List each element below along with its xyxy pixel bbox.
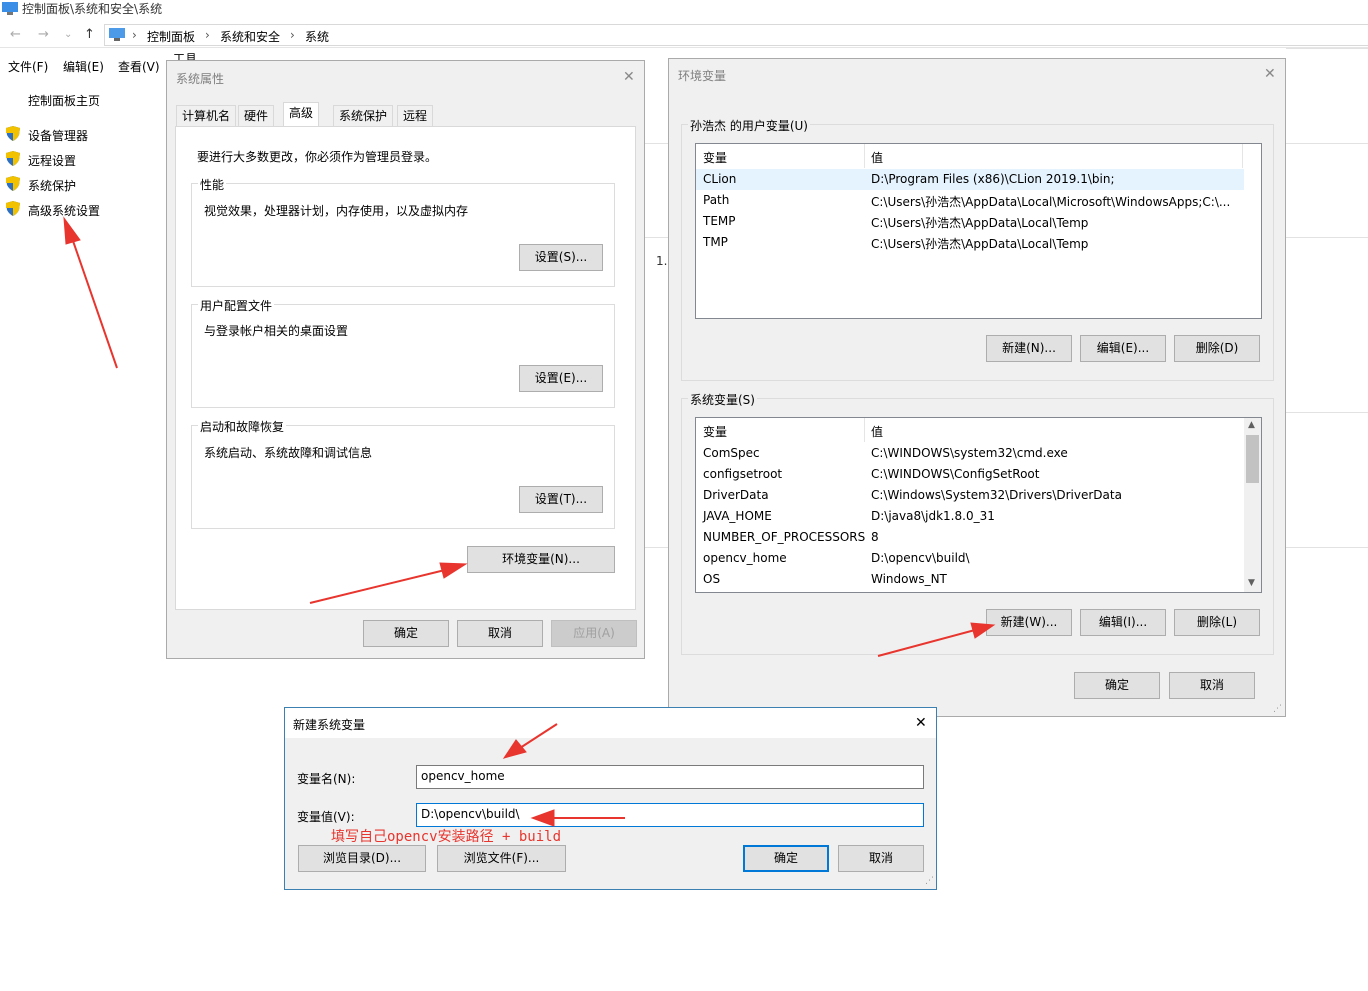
arrow-to-value-input [530, 809, 625, 827]
arrow-to-name-input [502, 723, 558, 759]
annotation-arrows [63, 216, 996, 827]
arrow-to-new-button [877, 622, 996, 657]
arrow-to-advanced-settings [63, 216, 118, 369]
arrow-to-env-button [309, 562, 468, 604]
